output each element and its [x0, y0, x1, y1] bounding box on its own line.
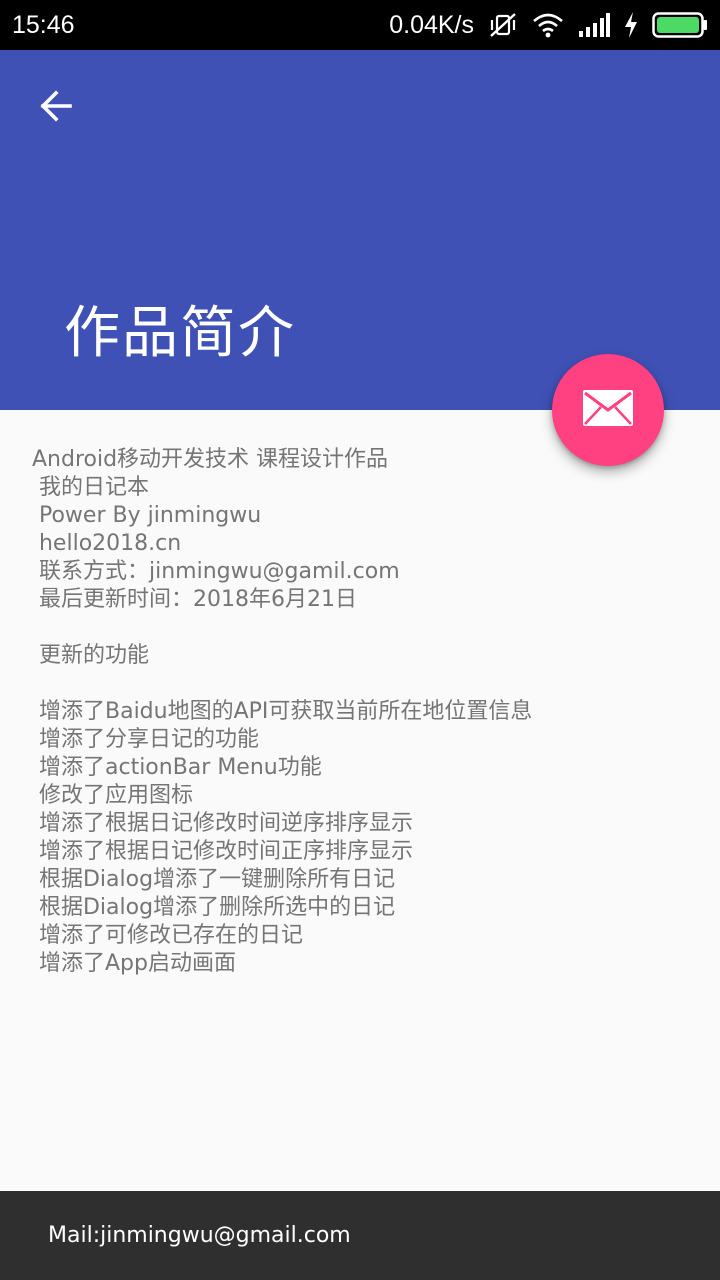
content-line: 增添了App启动画面	[32, 951, 236, 976]
content-line: Power By jinmingwu	[32, 503, 262, 528]
footer-mail: Mail:jinmingwu@gmail.com	[48, 1223, 351, 1248]
content-line: 增添了根据日记修改时间正序排序显示	[32, 839, 413, 864]
arrow-left-icon	[38, 88, 74, 128]
mute-vibrate-icon	[488, 11, 518, 39]
content-line: 增添了可修改已存在的日记	[32, 923, 303, 948]
content-line: 最后更新时间：2018年6月21日	[32, 587, 357, 612]
about-content: Android移动开发技术 课程设计作品 我的日记本 Power By jinm…	[32, 446, 692, 978]
content-line: 我的日记本	[32, 475, 149, 500]
back-button[interactable]	[28, 80, 84, 136]
status-icons: 0.04K/s	[389, 11, 708, 40]
net-speed: 0.04K/s	[389, 10, 474, 39]
wifi-icon	[532, 12, 564, 38]
mail-icon	[583, 390, 633, 430]
status-time: 15:46	[12, 10, 75, 39]
content-line: 增添了Baidu地图的API可获取当前所在地位置信息	[32, 699, 533, 724]
content-line: 增添了分享日记的功能	[32, 727, 259, 752]
charging-icon	[624, 12, 638, 38]
battery-icon	[652, 11, 708, 39]
content-line: Android移动开发技术 课程设计作品	[32, 447, 389, 472]
content-line: 增添了根据日记修改时间逆序排序显示	[32, 811, 413, 836]
status-bar: 15:46 0.04K/s	[0, 0, 720, 50]
content-line: 根据Dialog增添了一键删除所有日记	[32, 867, 396, 892]
signal-icon	[578, 13, 610, 37]
content-line: hello2018.cn	[32, 531, 182, 556]
content-line: 增添了actionBar Menu功能	[32, 755, 322, 780]
content-line: 修改了应用图标	[32, 783, 193, 808]
content-line: 更新的功能	[32, 643, 149, 668]
footer: Mail:jinmingwu@gmail.com	[0, 1191, 720, 1280]
content-line	[32, 614, 692, 642]
content-line	[32, 670, 692, 698]
page-title: 作品简介	[64, 301, 296, 366]
content-line: 根据Dialog增添了删除所选中的日记	[32, 895, 396, 920]
content-line: 联系方式：jinmingwu@gamil.com	[32, 559, 400, 584]
